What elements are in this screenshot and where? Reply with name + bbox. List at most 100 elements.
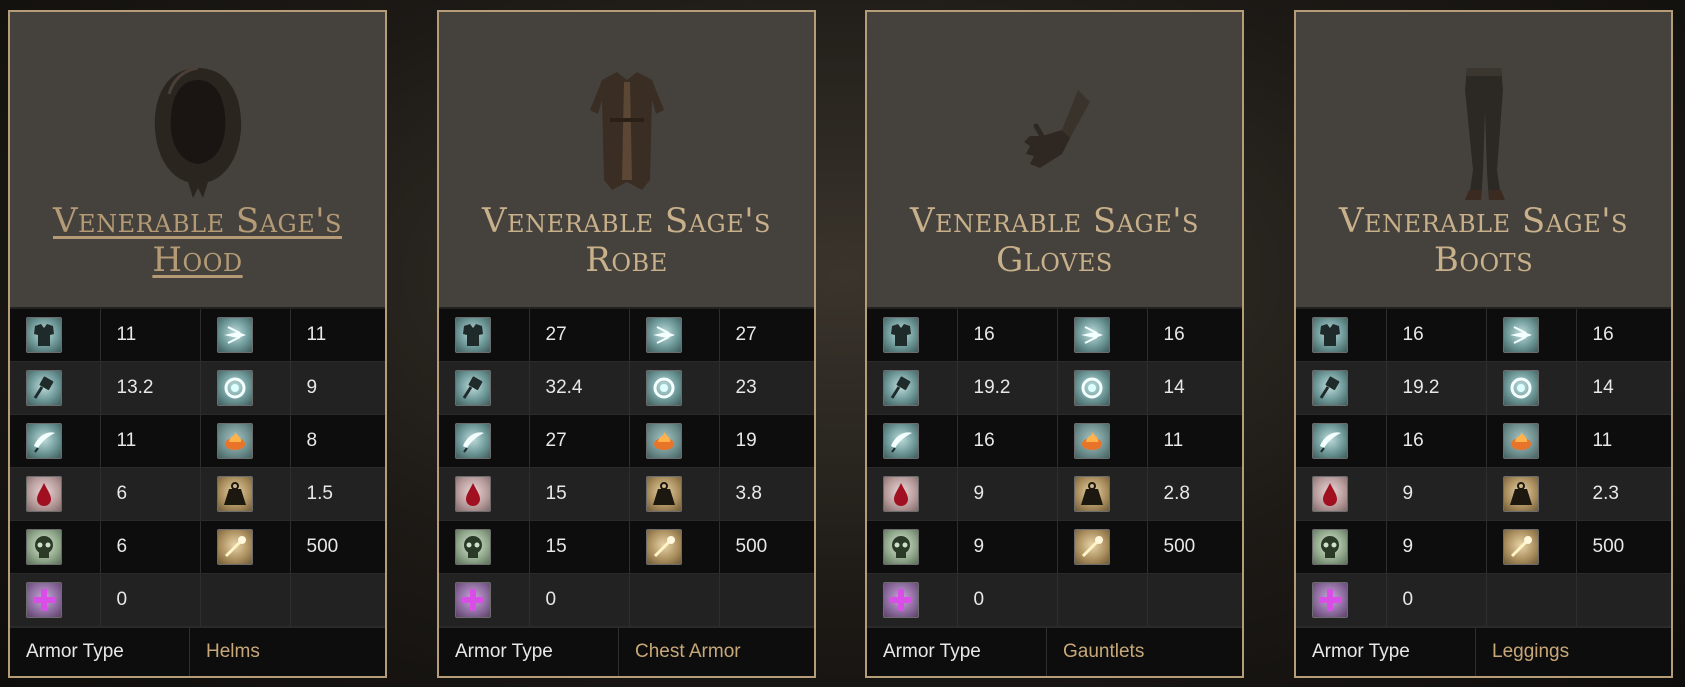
stat-row: 32.4 23 — [439, 361, 814, 416]
blade-icon — [883, 423, 919, 460]
card-header: Venerable Sage's Gloves — [867, 12, 1242, 309]
item-name-line1: Venerable Sage's — [1339, 201, 1628, 241]
stat-row: 19.2 14 — [1296, 361, 1671, 416]
armor-type-value[interactable]: Helms — [190, 641, 260, 663]
stat-row: 16 16 — [867, 308, 1242, 363]
magic-bolt-icon — [1502, 317, 1539, 354]
stat-value: 8 — [290, 414, 385, 469]
durability-icon — [1073, 529, 1110, 566]
stat-value: 0 — [1386, 573, 1487, 628]
item-name: Venerable Sage's Boots — [1296, 202, 1671, 280]
stat-value: 16 — [957, 308, 1058, 363]
item-name-line1: Venerable Sage's — [482, 201, 771, 241]
hammer-icon — [455, 370, 491, 407]
cross-ward-icon — [883, 582, 919, 619]
card-header: Venerable Sage's Robe — [439, 12, 814, 309]
item-name-line2: Gloves — [996, 240, 1113, 280]
stat-row: 11 8 — [10, 414, 385, 469]
item-name-line2[interactable]: Hood — [10, 241, 385, 280]
stat-value: 11 — [1576, 414, 1671, 469]
boots-image — [1464, 68, 1505, 200]
stat-value: 16 — [1147, 308, 1242, 363]
hammer-icon — [1312, 370, 1348, 407]
stat-value: 0 — [957, 573, 1058, 628]
durability-icon — [645, 529, 682, 566]
armor-card-robe: Venerable Sage's Robe 27 27 32.4 23 27 1… — [437, 10, 816, 678]
stats-table: 27 27 32.4 23 27 19 15 3.8 15 500 0 — [439, 308, 814, 628]
stat-value: 19 — [719, 414, 814, 469]
item-name-line1: Venerable Sage's — [910, 201, 1199, 241]
blade-icon — [1312, 423, 1348, 460]
stat-value: 500 — [719, 520, 814, 575]
fire-icon — [645, 423, 682, 460]
armor-type-value[interactable]: Chest Armor — [619, 641, 741, 663]
durability-icon — [1502, 529, 1539, 566]
stat-value: 500 — [1576, 520, 1671, 575]
stat-value: 11 — [100, 308, 201, 363]
stat-value: 14 — [1576, 361, 1671, 416]
stat-value: 27 — [529, 308, 630, 363]
armor-type-row: Armor Type Helms — [10, 627, 385, 676]
skull-icon — [26, 529, 62, 566]
chestplate-icon — [455, 317, 491, 354]
magic-bolt-icon — [1073, 317, 1110, 354]
stat-value: 11 — [100, 414, 201, 469]
stat-value: 9 — [1386, 520, 1487, 575]
stat-value: 0 — [100, 573, 201, 628]
item-name-line2: Boots — [1433, 240, 1534, 280]
armor-type-row: Armor Type Chest Armor — [439, 627, 814, 676]
weight-icon — [1502, 476, 1539, 513]
stat-value: 16 — [1576, 308, 1671, 363]
stat-row: 6 1.5 — [10, 467, 385, 522]
blood-drop-icon — [1312, 476, 1348, 513]
stat-row: 15 500 — [439, 520, 814, 575]
armor-type-label: Armor Type — [867, 628, 1047, 676]
item-name-line2: Robe — [585, 240, 668, 280]
stat-row: 0 — [10, 573, 385, 628]
stats-table: 11 11 13.2 9 11 8 6 1.5 6 500 0 — [10, 308, 385, 628]
weight-icon — [1073, 476, 1110, 513]
chestplate-icon — [26, 317, 62, 354]
cross-ward-icon — [1312, 582, 1348, 619]
item-name-link[interactable]: Venerable Sage's Hood — [10, 202, 385, 280]
armor-set-comparison: Venerable Sage's Hood 11 11 13.2 9 11 8 … — [0, 0, 1685, 687]
fire-icon — [1502, 423, 1539, 460]
stat-value: 500 — [1147, 520, 1242, 575]
cross-ward-icon — [26, 582, 62, 619]
skull-icon — [455, 529, 491, 566]
stat-row: 13.2 9 — [10, 361, 385, 416]
hood-image — [154, 66, 241, 198]
item-name: Venerable Sage's Gloves — [867, 202, 1242, 280]
armor-type-value[interactable]: Leggings — [1476, 641, 1569, 663]
stat-value: 19.2 — [957, 361, 1058, 416]
stat-value: 16 — [1386, 308, 1487, 363]
stat-row: 27 19 — [439, 414, 814, 469]
stat-row: 19.2 14 — [867, 361, 1242, 416]
stat-row: 0 — [439, 573, 814, 628]
magic-bolt-icon — [645, 317, 682, 354]
chestplate-icon — [883, 317, 919, 354]
stat-row: 9 2.3 — [1296, 467, 1671, 522]
hammer-icon — [883, 370, 919, 407]
stat-value: 2.3 — [1576, 467, 1671, 522]
stat-value: 14 — [1147, 361, 1242, 416]
stat-value: 9 — [957, 520, 1058, 575]
armor-card-boots: Venerable Sage's Boots 16 16 19.2 14 16 — [1294, 10, 1673, 678]
item-name-line1[interactable]: Venerable Sage's — [10, 202, 385, 241]
armor-type-row: Armor Type Leggings — [1296, 627, 1671, 676]
stat-value: 0 — [529, 573, 630, 628]
weight-icon — [645, 476, 682, 513]
blade-icon — [26, 423, 62, 460]
stat-row: 9 2.8 — [867, 467, 1242, 522]
stat-value: 6 — [100, 520, 201, 575]
armor-type-value[interactable]: Gauntlets — [1047, 641, 1144, 663]
hammer-icon — [26, 370, 62, 407]
stats-table: 16 16 19.2 14 16 11 9 2.8 9 500 0 — [867, 308, 1242, 628]
stat-value: 1.5 — [290, 467, 385, 522]
frost-ring-icon — [1073, 370, 1110, 407]
stat-row: 9 500 — [1296, 520, 1671, 575]
stat-value: 500 — [290, 520, 385, 575]
stat-value: 3.8 — [719, 467, 814, 522]
card-header: Venerable Sage's Hood — [10, 12, 385, 309]
weight-icon — [216, 476, 253, 513]
